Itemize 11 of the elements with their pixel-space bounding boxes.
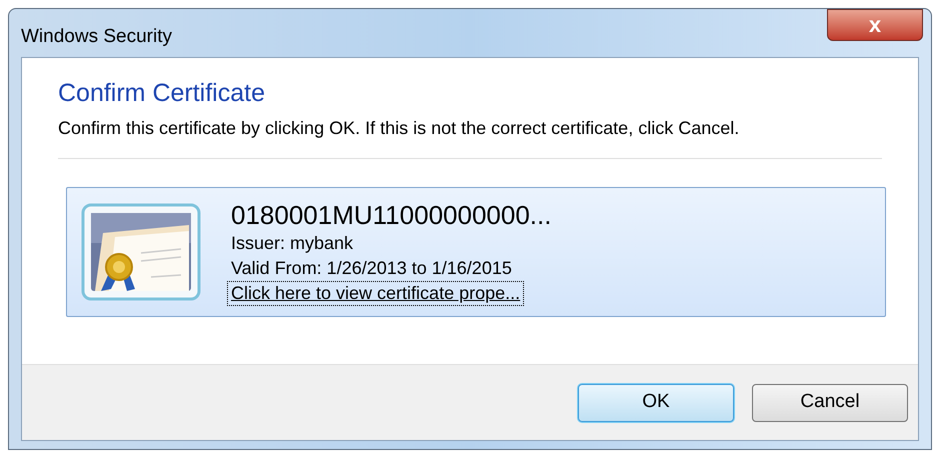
certificate-tile[interactable]: 0180001MU11000000000... Issuer: mybank Valid From: 1/26/2013 to 1/16/2015 Click here to view certificate prope... xyxy=(66,187,886,318)
ok-button[interactable]: OK xyxy=(578,384,734,422)
dialog-message: Confirm this certificate by clicking OK. If this is not the correct certificate, click Cancel. xyxy=(58,117,740,140)
certificate-properties-link[interactable]: Click here to view certificate prope... xyxy=(227,281,524,306)
window-title: Windows Security xyxy=(21,25,172,49)
cancel-button[interactable]: Cancel xyxy=(752,384,908,422)
certificate-name: 0180001MU11000000000... xyxy=(231,198,552,231)
certificate-validity: Valid From: 1/26/2013 to 1/16/2015 xyxy=(231,257,512,280)
certificate-icon xyxy=(81,203,201,302)
certificate-issuer: Issuer: mybank xyxy=(231,232,354,255)
dialog-heading: Confirm Certificate xyxy=(58,78,266,109)
